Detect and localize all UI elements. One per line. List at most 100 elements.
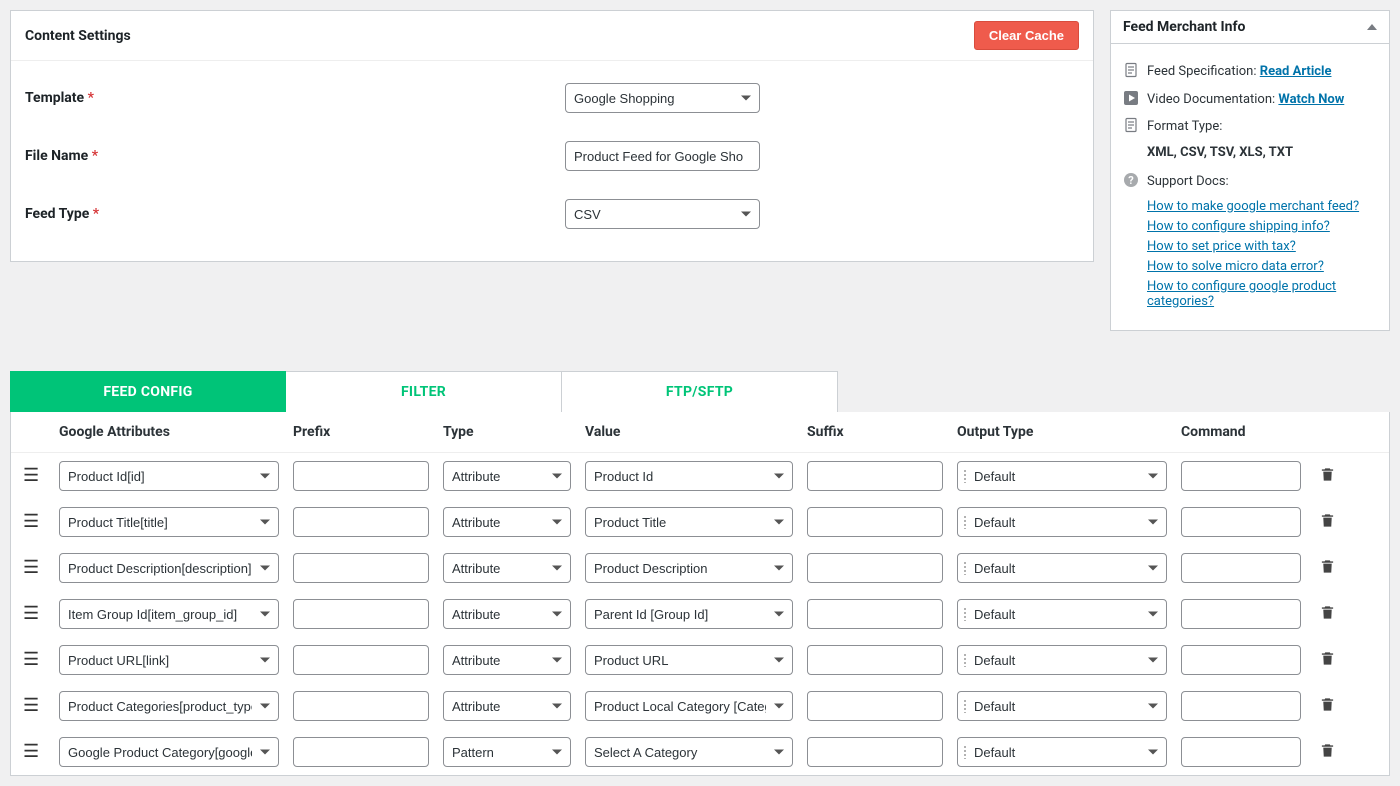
command-input[interactable] <box>1181 461 1301 491</box>
prefix-input[interactable] <box>293 599 429 629</box>
google-attribute-select[interactable]: Product Categories[product_type] <box>59 691 279 721</box>
tab-filter[interactable]: FILTER <box>286 371 562 412</box>
suffix-input[interactable] <box>807 737 943 767</box>
google-attribute-select[interactable]: Product Title[title] <box>59 507 279 537</box>
type-select[interactable]: Attribute <box>443 645 571 675</box>
tab-ftp-sftp[interactable]: FTP/SFTP <box>562 371 838 412</box>
col-header-prefix: Prefix <box>293 424 429 440</box>
trash-icon[interactable] <box>1320 471 1335 486</box>
value-select[interactable]: Product Local Category [Category] <box>585 691 793 721</box>
type-select[interactable]: Attribute <box>443 553 571 583</box>
google-attribute-select[interactable]: Google Product Category[google_product_c… <box>59 737 279 767</box>
google-attribute-select[interactable]: Product Description[description] <box>59 553 279 583</box>
clear-cache-button[interactable]: Clear Cache <box>974 21 1079 50</box>
support-docs-label: Support Docs: <box>1147 172 1229 192</box>
watch-now-link[interactable]: Watch Now <box>1278 92 1344 107</box>
drag-handle-icon[interactable]: ☰ <box>23 511 39 532</box>
value-select[interactable]: Product URL <box>585 645 793 675</box>
content-settings-panel: Content Settings Clear Cache Template * … <box>10 10 1094 262</box>
prefix-input[interactable] <box>293 737 429 767</box>
prefix-input[interactable] <box>293 691 429 721</box>
prefix-input[interactable] <box>293 645 429 675</box>
trash-icon[interactable] <box>1320 517 1335 532</box>
support-link[interactable]: How to set price with tax? <box>1147 239 1377 254</box>
google-attribute-select[interactable]: Product URL[link] <box>59 645 279 675</box>
prefix-input[interactable] <box>293 507 429 537</box>
support-link[interactable]: How to solve micro data error? <box>1147 259 1377 274</box>
command-input[interactable] <box>1181 507 1301 537</box>
suffix-input[interactable] <box>807 645 943 675</box>
output-type-select[interactable]: Default <box>957 507 1167 537</box>
prefix-input[interactable] <box>293 461 429 491</box>
support-link[interactable]: How to make google merchant feed? <box>1147 199 1377 214</box>
output-type-select[interactable]: Default <box>957 737 1167 767</box>
output-type-select[interactable]: Default <box>957 553 1167 583</box>
type-select[interactable]: Attribute <box>443 599 571 629</box>
type-select[interactable]: Attribute <box>443 461 571 491</box>
table-row: ☰ Google Product Category[google_product_… <box>11 729 1389 775</box>
drag-handle-icon[interactable]: ☰ <box>23 603 39 624</box>
command-input[interactable] <box>1181 645 1301 675</box>
output-type-select[interactable]: Default <box>957 599 1167 629</box>
trash-icon[interactable] <box>1320 563 1335 578</box>
command-input[interactable] <box>1181 599 1301 629</box>
type-select[interactable]: Attribute <box>443 507 571 537</box>
feed-merchant-info-panel: Feed Merchant Info Feed Specification: R… <box>1110 10 1390 331</box>
command-input[interactable] <box>1181 691 1301 721</box>
value-select[interactable]: Product Title <box>585 507 793 537</box>
google-attribute-select[interactable]: Product Id[id] <box>59 461 279 491</box>
google-attribute-select[interactable]: Item Group Id[item_group_id] <box>59 599 279 629</box>
drag-handle-icon[interactable]: ☰ <box>23 465 39 486</box>
file-name-label: File Name * <box>25 148 565 164</box>
template-select[interactable]: Google Shopping <box>565 83 760 113</box>
col-header-type: Type <box>443 424 571 440</box>
svg-text:?: ? <box>1128 174 1134 187</box>
feed-type-select[interactable]: CSV <box>565 199 760 229</box>
command-input[interactable] <box>1181 737 1301 767</box>
collapse-icon[interactable] <box>1367 24 1377 30</box>
suffix-input[interactable] <box>807 599 943 629</box>
drag-handle-icon[interactable]: ☰ <box>23 741 39 762</box>
drag-handle-icon[interactable]: ☰ <box>23 649 39 670</box>
value-select[interactable]: Parent Id [Group Id] <box>585 599 793 629</box>
suffix-input[interactable] <box>807 507 943 537</box>
merchant-info-title: Feed Merchant Info <box>1123 19 1245 35</box>
col-header-command: Command <box>1181 424 1301 440</box>
read-article-link[interactable]: Read Article <box>1260 64 1332 79</box>
document-icon <box>1123 62 1139 78</box>
drag-handle-icon[interactable]: ☰ <box>23 695 39 716</box>
support-links: How to make google merchant feed? How to… <box>1147 199 1377 309</box>
trash-icon[interactable] <box>1320 609 1335 624</box>
value-select[interactable]: Product Id <box>585 461 793 491</box>
prefix-input[interactable] <box>293 553 429 583</box>
col-header-output: Output Type <box>957 424 1167 440</box>
col-header-suffix: Suffix <box>807 424 943 440</box>
trash-icon[interactable] <box>1320 747 1335 762</box>
table-row: ☰ Product Id[id] Attribute Product Id Defaul… <box>11 453 1389 499</box>
table-row: ☰ Product Categories[product_type] Attribu… <box>11 683 1389 729</box>
support-link[interactable]: How to configure google product categori… <box>1147 279 1377 309</box>
command-input[interactable] <box>1181 553 1301 583</box>
output-type-select[interactable]: Default <box>957 645 1167 675</box>
type-select[interactable]: Pattern <box>443 737 571 767</box>
value-select[interactable]: Select A Category <box>585 737 793 767</box>
table-row: ☰ Item Group Id[item_group_id] Attribute Pa… <box>11 591 1389 637</box>
output-type-select[interactable]: Default <box>957 461 1167 491</box>
type-select[interactable]: Attribute <box>443 691 571 721</box>
suffix-input[interactable] <box>807 553 943 583</box>
feed-config-table: Google Attributes Prefix Type Value Suff… <box>10 412 1390 776</box>
value-select[interactable]: Product Description <box>585 553 793 583</box>
suffix-input[interactable] <box>807 691 943 721</box>
file-name-input[interactable] <box>565 141 760 171</box>
suffix-input[interactable] <box>807 461 943 491</box>
template-label: Template * <box>25 90 565 106</box>
drag-handle-icon[interactable]: ☰ <box>23 557 39 578</box>
col-header-attr: Google Attributes <box>59 424 279 440</box>
output-type-select[interactable]: Default <box>957 691 1167 721</box>
support-link[interactable]: How to configure shipping info? <box>1147 219 1377 234</box>
trash-icon[interactable] <box>1320 701 1335 716</box>
tab-feed-config[interactable]: FEED CONFIG <box>10 371 286 412</box>
table-row: ☰ Product URL[link] Attribute Product URL De… <box>11 637 1389 683</box>
trash-icon[interactable] <box>1320 655 1335 670</box>
format-type-value: XML, CSV, TSV, XLS, TXT <box>1147 145 1377 160</box>
